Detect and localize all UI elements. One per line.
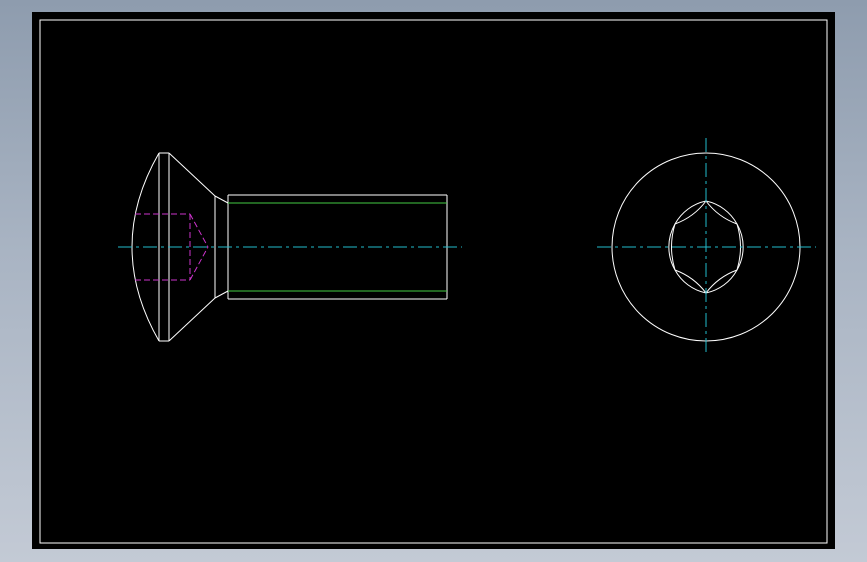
neck-chamfer-top [214, 195, 229, 204]
neck-chamfer-bottom [214, 290, 229, 299]
countersink-upper [168, 152, 216, 197]
cad-drawing [39, 19, 828, 544]
side-view [118, 152, 462, 342]
countersink-lower [168, 297, 216, 342]
end-view [597, 138, 816, 356]
drawing-frame [39, 19, 828, 544]
